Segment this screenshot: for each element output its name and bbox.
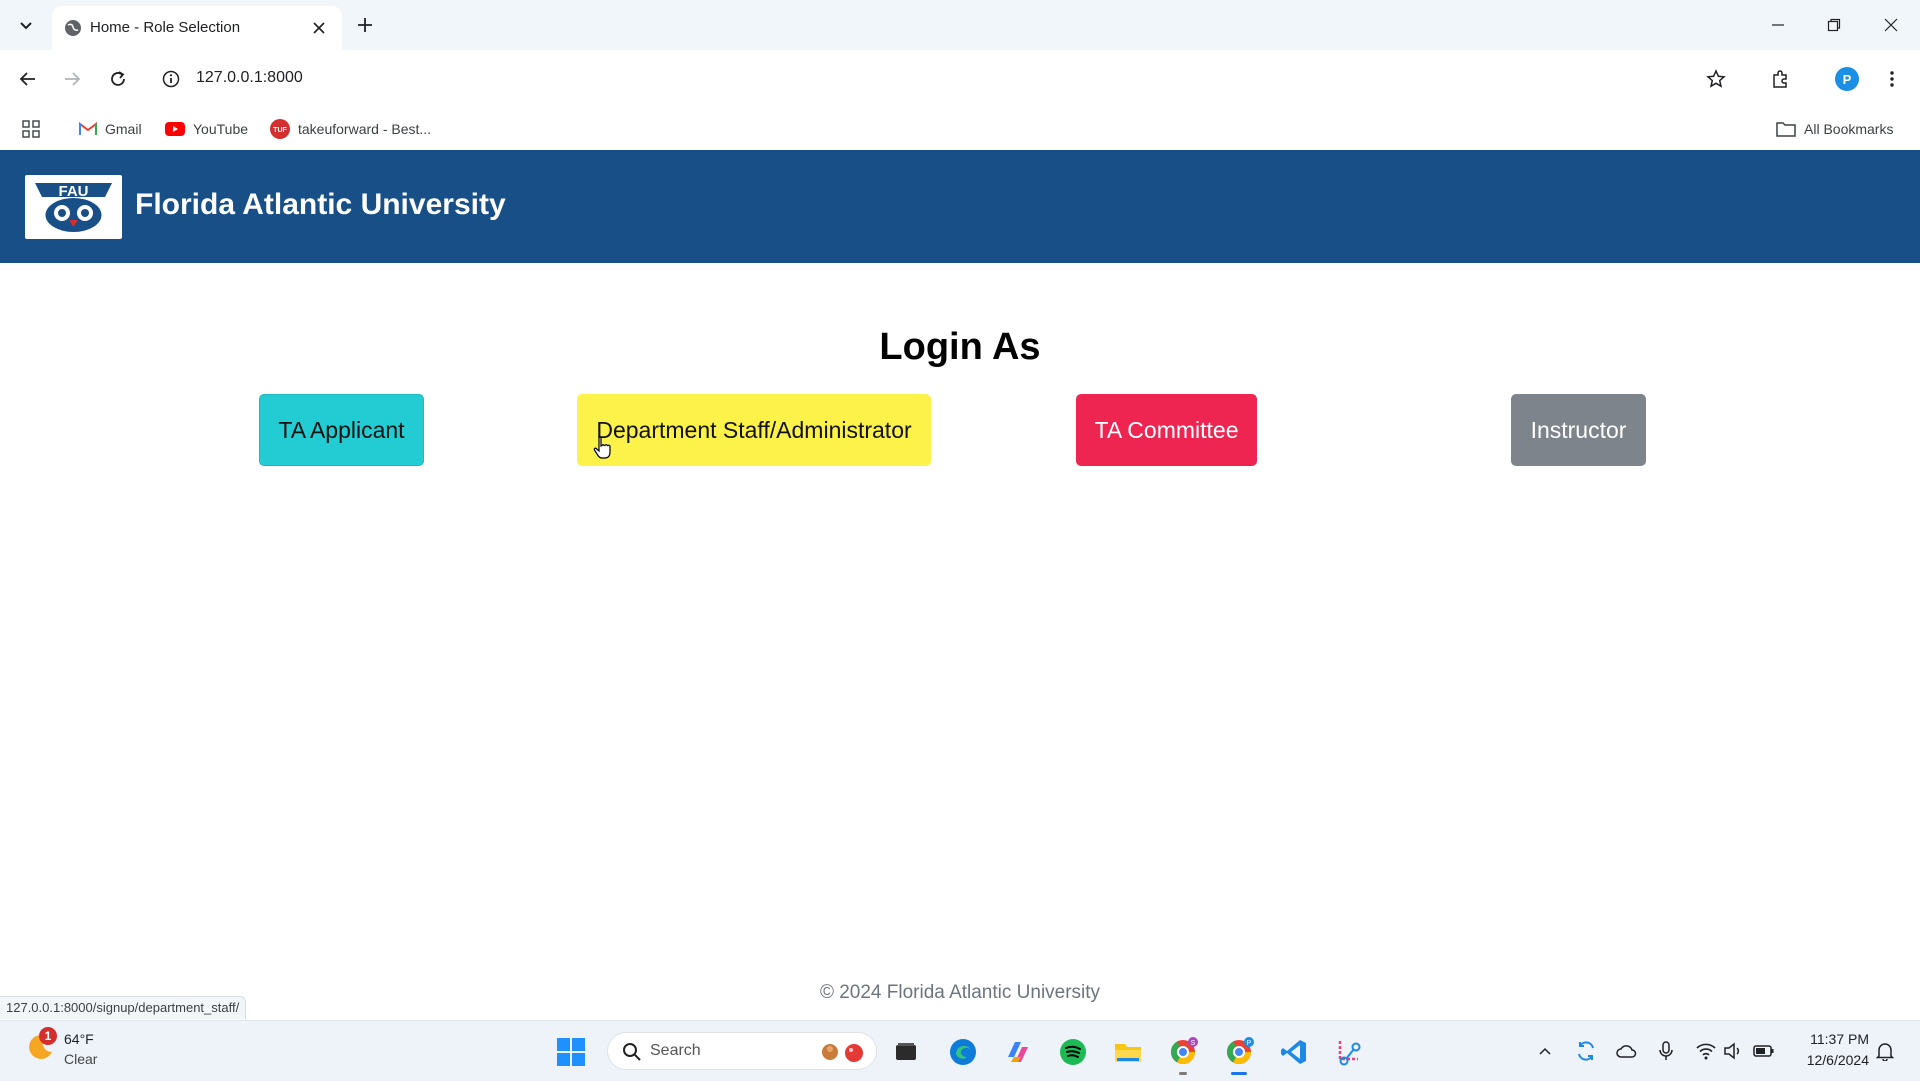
bookmarks-bar: Gmail YouTube TUF takeuforward - Best...… bbox=[0, 108, 1920, 150]
bookmark-star-icon[interactable] bbox=[1700, 63, 1732, 95]
logo-text: FAU bbox=[59, 183, 89, 200]
globe-icon bbox=[64, 19, 82, 37]
gmail-icon bbox=[79, 122, 97, 135]
bookmark-label: YouTube bbox=[193, 121, 249, 137]
clock-time[interactable]: 11:37 PM bbox=[1785, 1031, 1869, 1047]
kebab-menu-icon bbox=[1890, 71, 1894, 87]
hand-cursor-icon bbox=[593, 436, 611, 460]
windows-start-icon[interactable] bbox=[554, 1035, 588, 1069]
bookmark-label: Gmail bbox=[105, 121, 142, 137]
chevron-down-icon bbox=[20, 22, 32, 30]
snipping-tool-icon[interactable] bbox=[1332, 1035, 1366, 1069]
browser-tab-strip: Home - Role Selection bbox=[0, 0, 1920, 50]
bookmark-gmail[interactable]: Gmail bbox=[79, 116, 142, 142]
restore-icon bbox=[1827, 18, 1841, 32]
notification-bell-icon[interactable] bbox=[1873, 1039, 1897, 1063]
weather-condition: Clear bbox=[64, 1051, 98, 1067]
sync-icon[interactable] bbox=[1574, 1039, 1598, 1063]
windows-taskbar: 1 64°F Clear Search S P 11:37 PM 12/6/20… bbox=[0, 1020, 1920, 1081]
tab-search-button[interactable] bbox=[12, 11, 40, 39]
chrome-profile-s-icon[interactable]: S bbox=[1166, 1035, 1200, 1075]
youtube-icon bbox=[165, 122, 185, 136]
minimize-button[interactable] bbox=[1756, 10, 1800, 40]
svg-text:TUF: TUF bbox=[273, 127, 287, 134]
arrow-right-icon bbox=[65, 72, 81, 86]
status-bar-url: 127.0.0.1:8000/signup/department_staff/ bbox=[0, 996, 247, 1019]
task-view-icon[interactable] bbox=[889, 1035, 923, 1069]
close-window-button[interactable] bbox=[1869, 10, 1913, 40]
chrome-profile-p-icon[interactable]: P bbox=[1222, 1035, 1256, 1075]
fau-logo[interactable]: FAU bbox=[25, 175, 122, 239]
volume-icon[interactable] bbox=[1721, 1039, 1745, 1063]
svg-text:S: S bbox=[1191, 1040, 1196, 1047]
svg-text:P: P bbox=[1247, 1040, 1252, 1047]
close-icon bbox=[1884, 18, 1898, 32]
apps-grid-icon[interactable] bbox=[22, 116, 40, 142]
all-bookmarks-label: All Bookmarks bbox=[1804, 121, 1894, 137]
browser-toolbar: 127.0.0.1:8000 P bbox=[0, 50, 1920, 108]
profile-initial: P bbox=[1835, 67, 1859, 91]
forward-button[interactable] bbox=[56, 63, 88, 95]
back-button[interactable] bbox=[12, 63, 44, 95]
reload-icon bbox=[111, 71, 125, 86]
puzzle-icon bbox=[1773, 70, 1787, 88]
footer-copyright: © 2024 Florida Atlantic University bbox=[819, 982, 1101, 1003]
search-placeholder: Search bbox=[650, 1042, 701, 1059]
chevron-up-icon[interactable] bbox=[1533, 1039, 1557, 1063]
vscode-icon[interactable] bbox=[1277, 1035, 1311, 1069]
instructor-button[interactable]: Instructor bbox=[1511, 394, 1646, 466]
extensions-button[interactable] bbox=[1764, 63, 1796, 95]
weather-temperature[interactable]: 64°F bbox=[64, 1031, 94, 1047]
bookmark-label: takeuforward - Best... bbox=[298, 121, 432, 137]
active-indicator bbox=[1231, 1072, 1247, 1075]
microphone-icon[interactable] bbox=[1654, 1039, 1678, 1063]
university-name: Florida Atlantic University bbox=[135, 188, 506, 221]
wifi-icon[interactable] bbox=[1694, 1039, 1718, 1063]
restore-button[interactable] bbox=[1812, 10, 1856, 40]
site-info-icon[interactable] bbox=[160, 68, 182, 90]
bookmark-youtube[interactable]: YouTube bbox=[165, 116, 248, 142]
arrow-left-icon bbox=[19, 72, 35, 86]
weather-notification-badge: 1 bbox=[39, 1027, 57, 1045]
ta-applicant-button[interactable]: TA Applicant bbox=[259, 394, 424, 466]
address-bar[interactable]: 127.0.0.1:8000 bbox=[150, 57, 1715, 101]
battery-icon[interactable] bbox=[1752, 1039, 1776, 1063]
new-tab-button[interactable] bbox=[352, 12, 378, 38]
department-staff-button[interactable]: Department Staff/Administrator bbox=[577, 394, 931, 466]
site-header: FAU Florida Atlantic University bbox=[0, 150, 1920, 263]
url-text: 127.0.0.1:8000 bbox=[196, 69, 303, 86]
search-icon bbox=[622, 1042, 642, 1062]
taskbar-search-box[interactable]: Search bbox=[607, 1032, 877, 1070]
close-tab-icon[interactable] bbox=[308, 17, 330, 39]
plus-icon bbox=[358, 18, 372, 32]
reload-button[interactable] bbox=[102, 63, 134, 95]
edge-browser-icon[interactable] bbox=[946, 1035, 980, 1069]
ta-committee-button[interactable]: TA Committee bbox=[1076, 394, 1257, 466]
copilot-icon[interactable] bbox=[1001, 1035, 1035, 1069]
takeuforward-icon: TUF bbox=[270, 119, 290, 139]
profile-avatar[interactable]: P bbox=[1831, 63, 1863, 95]
all-bookmarks-button[interactable]: All Bookmarks bbox=[1776, 116, 1893, 142]
minimize-icon bbox=[1772, 24, 1784, 26]
cloud-icon[interactable] bbox=[1614, 1039, 1638, 1063]
running-indicator bbox=[1179, 1072, 1187, 1075]
file-explorer-icon[interactable] bbox=[1111, 1035, 1145, 1069]
page-title: Login As bbox=[879, 326, 1041, 368]
bookmark-takeuforward[interactable]: TUF takeuforward - Best... bbox=[270, 116, 431, 142]
search-highlight-icon bbox=[818, 1039, 866, 1065]
folder-icon bbox=[1776, 122, 1796, 137]
spotify-icon[interactable] bbox=[1056, 1035, 1090, 1069]
browser-menu-button[interactable] bbox=[1876, 63, 1908, 95]
clock-date[interactable]: 12/6/2024 bbox=[1785, 1052, 1869, 1068]
browser-tab-active[interactable]: Home - Role Selection bbox=[52, 6, 342, 50]
tab-title: Home - Role Selection bbox=[90, 19, 241, 36]
